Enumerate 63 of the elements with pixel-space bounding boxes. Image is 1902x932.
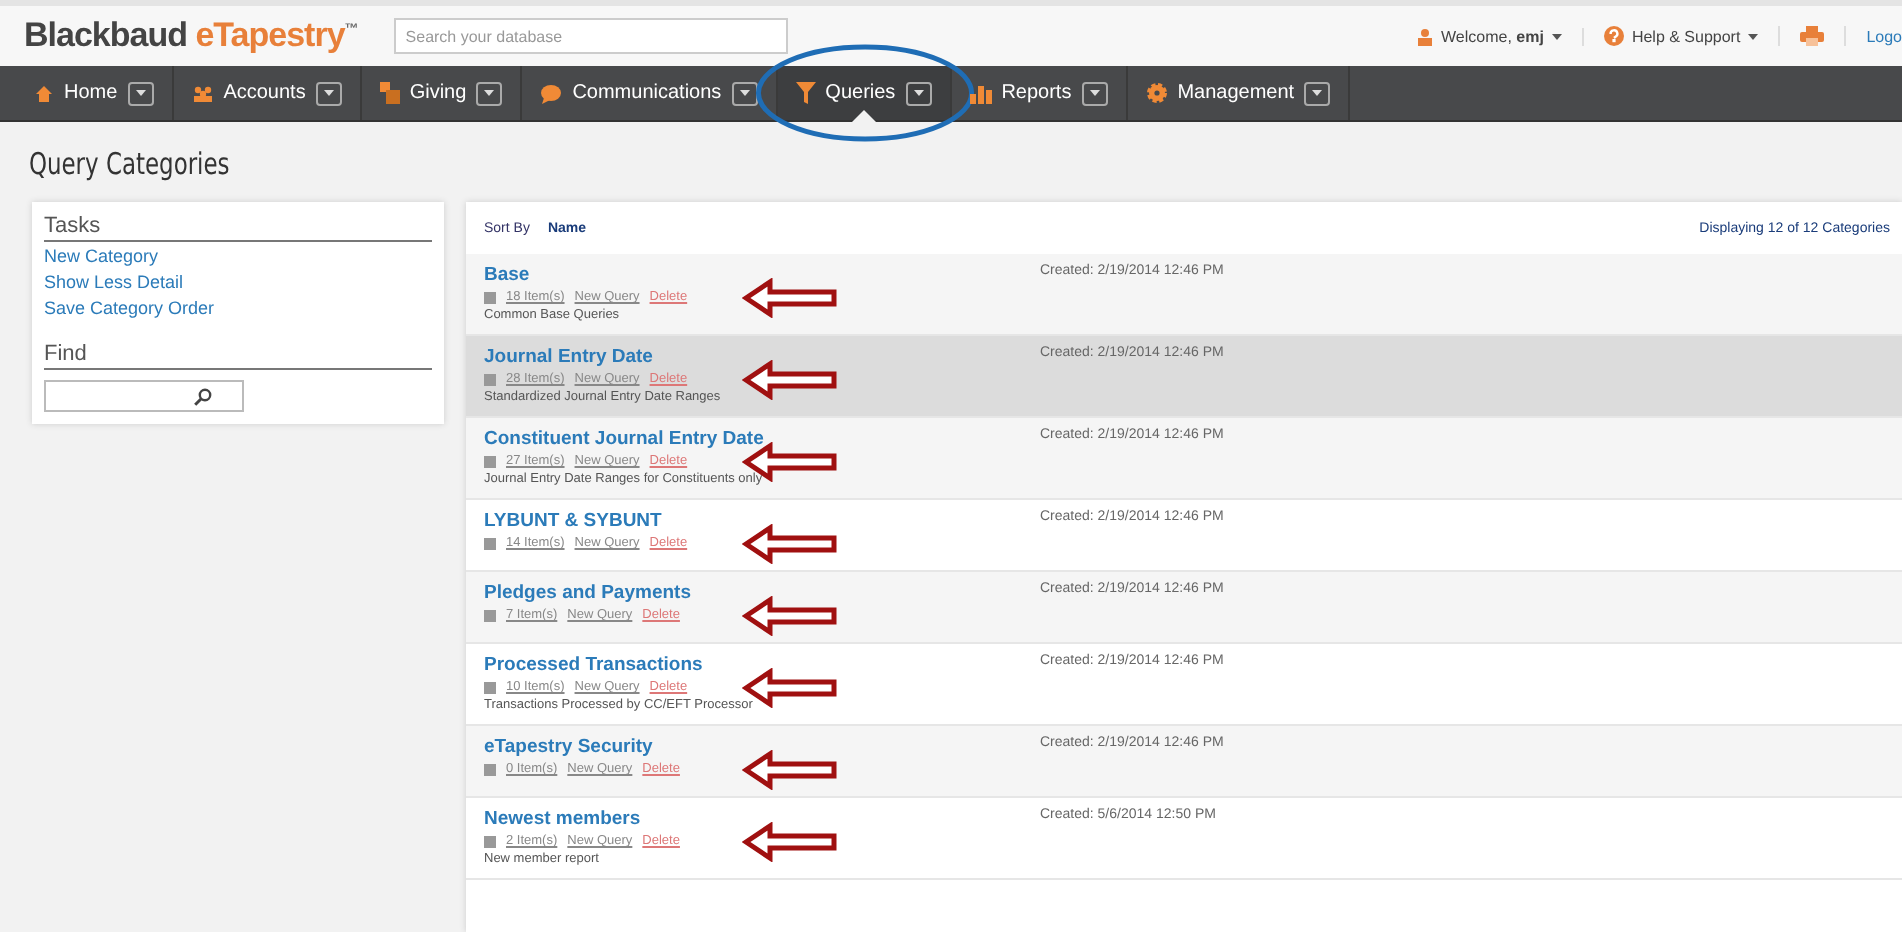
nav-tab[interactable]: Queries (777, 66, 952, 120)
dropdown-toggle[interactable] (1081, 81, 1108, 105)
section-heading: Find (44, 342, 432, 370)
category-name[interactable]: Newest members (484, 808, 641, 830)
caret-icon (1748, 33, 1759, 39)
nav-tab[interactable]: Accounts (173, 66, 362, 120)
find-field[interactable] (44, 380, 244, 412)
category-name[interactable]: eTapestry Security (484, 736, 653, 758)
speech-bubble-icon (540, 83, 563, 103)
expand-icon[interactable] (484, 681, 496, 693)
expand-icon[interactable] (484, 373, 496, 385)
category-name[interactable]: Processed Transactions (484, 654, 703, 676)
category-name[interactable]: Pledges and Payments (484, 582, 691, 604)
task-link[interactable]: Show Less Detail (44, 270, 432, 296)
section-heading: Tasks (44, 214, 432, 242)
print-icon[interactable] (1800, 26, 1825, 46)
person-icon (1415, 27, 1433, 45)
task-link[interactable]: Save Category Order (44, 296, 432, 322)
nav-tab[interactable]: Communications (522, 66, 778, 120)
funnel-icon (795, 82, 816, 104)
dropdown-toggle[interactable] (315, 81, 342, 105)
expand-icon[interactable] (484, 835, 496, 847)
help-menu[interactable]: Help & Support (1583, 26, 1781, 46)
caret-icon (913, 90, 924, 96)
search-field[interactable]: Search your database (393, 18, 788, 54)
caret-icon (1551, 33, 1562, 39)
tab-pointer (851, 110, 876, 122)
nav-tab[interactable]: Reports (951, 66, 1128, 120)
people-icon (191, 83, 214, 103)
caret-icon (135, 90, 146, 96)
welcome-menu[interactable]: Welcome, emj (1395, 27, 1584, 45)
task-link[interactable]: New Category (44, 244, 432, 270)
expand-icon[interactable] (484, 455, 496, 467)
dropdown-toggle[interactable] (905, 81, 932, 105)
nav-tab[interactable]: Giving (361, 66, 523, 120)
home-icon (34, 83, 54, 103)
expand-icon[interactable] (484, 763, 496, 775)
dropdown-toggle[interactable] (1304, 81, 1331, 105)
help-icon (1603, 26, 1624, 46)
dropdown-toggle[interactable] (731, 81, 758, 105)
nav-tab[interactable]: Management (1127, 66, 1351, 120)
page-title: Query Categories (26, 144, 232, 186)
gear-icon (1145, 82, 1168, 104)
app-logo: Blackbaud eTapestry$^{™}$ (24, 16, 358, 56)
expand-icon[interactable] (484, 537, 496, 549)
logout-link[interactable]: Logo (1846, 27, 1902, 45)
caret-icon (739, 90, 750, 96)
dropdown-toggle[interactable] (127, 81, 154, 105)
category-name[interactable]: LYBUNT & SYBUNT (484, 510, 662, 532)
caret-icon (323, 90, 334, 96)
stack-icon (379, 82, 400, 104)
caret-icon (1089, 90, 1100, 96)
expand-icon[interactable] (484, 609, 496, 621)
expand-icon[interactable] (484, 291, 496, 303)
caret-icon (484, 90, 495, 96)
bar-chart-icon (969, 83, 992, 103)
category-name[interactable]: Journal Entry Date (484, 346, 653, 368)
dropdown-toggle[interactable] (476, 81, 503, 105)
caret-icon (1312, 90, 1323, 96)
category-name[interactable]: Base (484, 264, 530, 286)
nav-tab[interactable]: Home (16, 66, 174, 120)
category-name[interactable]: Constituent Journal Entry Date (484, 428, 764, 450)
search-icon (194, 387, 212, 405)
